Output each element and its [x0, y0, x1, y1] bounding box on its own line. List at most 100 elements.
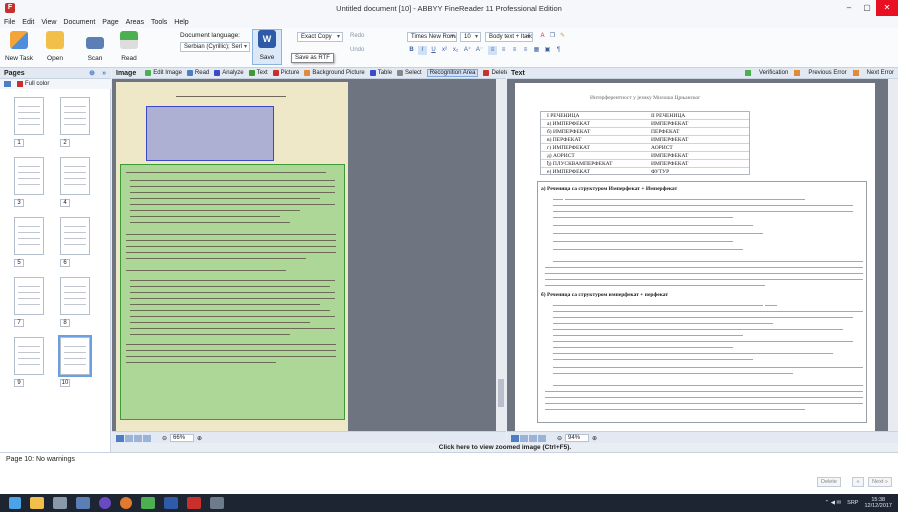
zoom-in-icon[interactable]: ⊕	[592, 435, 597, 442]
picture-area-button[interactable]: Picture	[272, 70, 299, 76]
text-area-button[interactable]: Text	[248, 70, 268, 76]
pages-options-icon[interactable]: ⊕	[89, 69, 95, 77]
subscript-button[interactable]: x₂	[451, 46, 460, 55]
previous-warning-button[interactable]: «	[852, 477, 864, 487]
minimize-button[interactable]: –	[840, 0, 858, 16]
page-thumbnail[interactable]	[60, 277, 90, 315]
undo-button[interactable]: Undo	[350, 47, 364, 53]
image-scrollbar[interactable]	[496, 79, 506, 431]
previous-error-button[interactable]: Previous Error	[794, 70, 847, 76]
zoom-in-icon[interactable]: ⊕	[197, 435, 202, 442]
edit-image-button[interactable]: Edit Image	[145, 70, 182, 76]
paragraph-icon[interactable]: ¶	[554, 46, 563, 55]
grow-font-button[interactable]: A⁺	[463, 46, 472, 55]
color-mode-label[interactable]: Full color	[25, 81, 49, 87]
doc-language-select[interactable]: Serbian (Cyrillic); Serl	[180, 42, 250, 52]
close-button[interactable]: ✕	[876, 0, 898, 16]
menu-document[interactable]: Document	[63, 19, 95, 26]
finereader-icon[interactable]	[187, 497, 201, 509]
text-zoom-value[interactable]: 94%	[565, 434, 590, 442]
read-page-button[interactable]: Read	[186, 70, 209, 76]
image-view[interactable]	[112, 79, 506, 431]
app-icon[interactable]	[53, 497, 67, 509]
save-mode-select[interactable]: Exact Copy	[297, 32, 343, 42]
view-mode-icon[interactable]	[4, 81, 11, 87]
table-area-button[interactable]: Table	[369, 70, 392, 76]
menu-file[interactable]: File	[4, 19, 15, 26]
menu-view[interactable]: View	[41, 19, 56, 26]
delete-area-button[interactable]: Delete	[483, 70, 509, 76]
app-icon[interactable]	[76, 497, 90, 509]
page-thumbnail[interactable]	[14, 337, 44, 375]
pages-close-icon[interactable]: »	[102, 70, 106, 77]
app-icon[interactable]	[141, 497, 155, 509]
open-button[interactable]: Open	[40, 31, 70, 62]
text-view-modes[interactable]	[511, 434, 547, 442]
table-icon[interactable]: ▦	[532, 46, 541, 55]
scan-button[interactable]: Scan	[80, 31, 110, 62]
justify-button[interactable]: ≡	[521, 46, 530, 55]
menu-tools[interactable]: Tools	[151, 19, 167, 26]
zoomed-image-hint[interactable]: Click here to view zoomed image (Ctrl+F5…	[112, 443, 898, 452]
pages-list[interactable]: 1 2 3 4 5 6 7 8 9 10	[0, 89, 111, 452]
shrink-font-button[interactable]: A⁻	[475, 46, 484, 55]
image-zoom-value[interactable]: 66%	[170, 434, 195, 442]
font-size-select[interactable]: 10	[460, 32, 481, 42]
scanned-page-image[interactable]	[116, 82, 348, 431]
page-thumbnail[interactable]	[14, 97, 44, 135]
page-thumbnail[interactable]	[60, 217, 90, 255]
image-view-modes[interactable]	[116, 434, 152, 442]
copy-icon[interactable]: ❐	[548, 32, 557, 41]
analyze-button[interactable]: Analyze	[214, 70, 244, 76]
page-thumbnail[interactable]	[60, 97, 90, 135]
brush-icon[interactable]: ✎	[558, 32, 567, 41]
recognition-area-button[interactable]: Recognition Area	[426, 69, 479, 77]
new-task-button[interactable]: New Task	[4, 31, 34, 62]
select-button[interactable]: Select	[397, 70, 422, 76]
align-center-button[interactable]: ≡	[499, 46, 508, 55]
page-thumbnail[interactable]	[60, 157, 90, 195]
paint-icon[interactable]	[210, 497, 224, 509]
font-name-select[interactable]: Times New Roman	[407, 32, 457, 42]
word-icon[interactable]	[164, 497, 178, 509]
menu-areas[interactable]: Areas	[126, 19, 144, 26]
firefox-icon[interactable]	[120, 497, 132, 509]
italic-button[interactable]: I	[418, 46, 427, 55]
menu-help[interactable]: Help	[174, 19, 188, 26]
background-picture-button[interactable]: Background Picture	[304, 70, 365, 76]
format-icon[interactable]: A	[538, 32, 547, 41]
picture-icon[interactable]: ▣	[543, 46, 552, 55]
recognized-text-page[interactable]: Интерферентност у језику Милоша Црњанско…	[515, 83, 875, 431]
text-view[interactable]: Интерферентност у језику Милоша Црњанско…	[507, 79, 898, 431]
align-right-button[interactable]: ≡	[510, 46, 519, 55]
clock[interactable]: 15:38 12/12/2017	[864, 497, 892, 509]
text-scrollbar[interactable]	[888, 79, 898, 431]
read-button[interactable]: Read	[114, 31, 144, 62]
align-left-button[interactable]: ≡	[488, 46, 497, 55]
menu-edit[interactable]: Edit	[22, 19, 34, 26]
tray-icons[interactable]: ⌃ ◀ ✉	[825, 500, 842, 506]
recognized-table[interactable]: I РЕЧЕНИЦА II РЕЧЕНИЦА а) ИМПЕРФЕКАТ ИМПЕР…	[540, 111, 750, 175]
style-select[interactable]: Body text + Italic	[485, 32, 533, 42]
keyboard-language[interactable]: SRP	[847, 500, 858, 506]
delete-warning-button[interactable]: Delete	[817, 477, 841, 487]
page-thumbnail[interactable]	[14, 217, 44, 255]
verification-button[interactable]: Verification	[744, 70, 788, 76]
browser-icon[interactable]	[99, 497, 111, 509]
zoom-out-icon[interactable]: ⊖	[162, 435, 167, 442]
save-button[interactable]: W Save	[252, 29, 282, 65]
redo-button[interactable]: Redo	[350, 33, 364, 39]
next-warning-button[interactable]: Next »	[868, 477, 892, 487]
page-thumbnail-selected[interactable]	[58, 335, 92, 377]
page-thumbnail[interactable]	[14, 157, 44, 195]
underline-button[interactable]: U	[429, 46, 438, 55]
next-error-button[interactable]: Next Error	[852, 70, 894, 76]
maximize-button[interactable]: ▢	[858, 0, 876, 16]
start-icon[interactable]	[9, 497, 21, 509]
superscript-button[interactable]: x²	[440, 46, 449, 55]
explorer-icon[interactable]	[30, 497, 44, 509]
page-thumbnail[interactable]	[14, 277, 44, 315]
table-recognition-area[interactable]	[146, 106, 274, 161]
zoom-out-icon[interactable]: ⊖	[557, 435, 562, 442]
bold-button[interactable]: B	[407, 46, 416, 55]
